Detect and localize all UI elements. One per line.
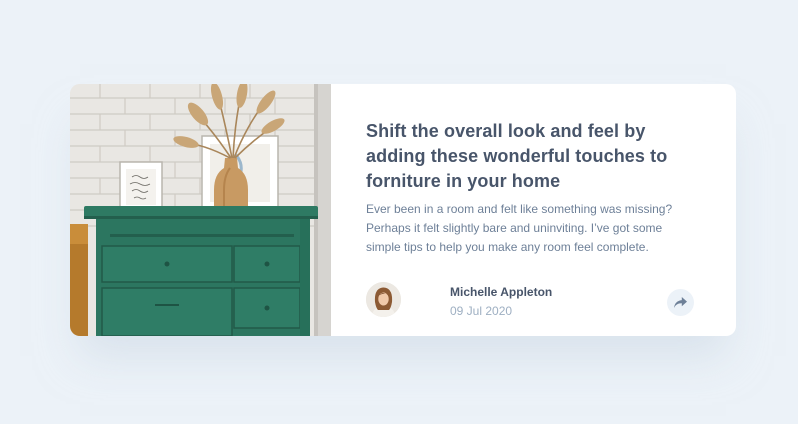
article-description: Ever been in a room and felt like someth… — [366, 202, 673, 254]
author-name: Michelle Appleton — [450, 285, 553, 299]
article-title: Shift the overall look and feel by addin… — [366, 121, 668, 191]
article-card: Shift the overall look and feel by addin… — [70, 84, 736, 336]
share-icon — [674, 297, 687, 308]
post-date: 09 Jul 2020 — [450, 304, 513, 318]
share-button[interactable] — [667, 289, 694, 316]
author-block: Michelle Appleton 09 Jul 2020 — [366, 282, 666, 318]
avatar-photo — [366, 282, 401, 317]
drawers-photo — [70, 84, 331, 336]
avatar — [366, 282, 401, 317]
article-content: Shift the overall look and feel by addin… — [331, 84, 736, 336]
